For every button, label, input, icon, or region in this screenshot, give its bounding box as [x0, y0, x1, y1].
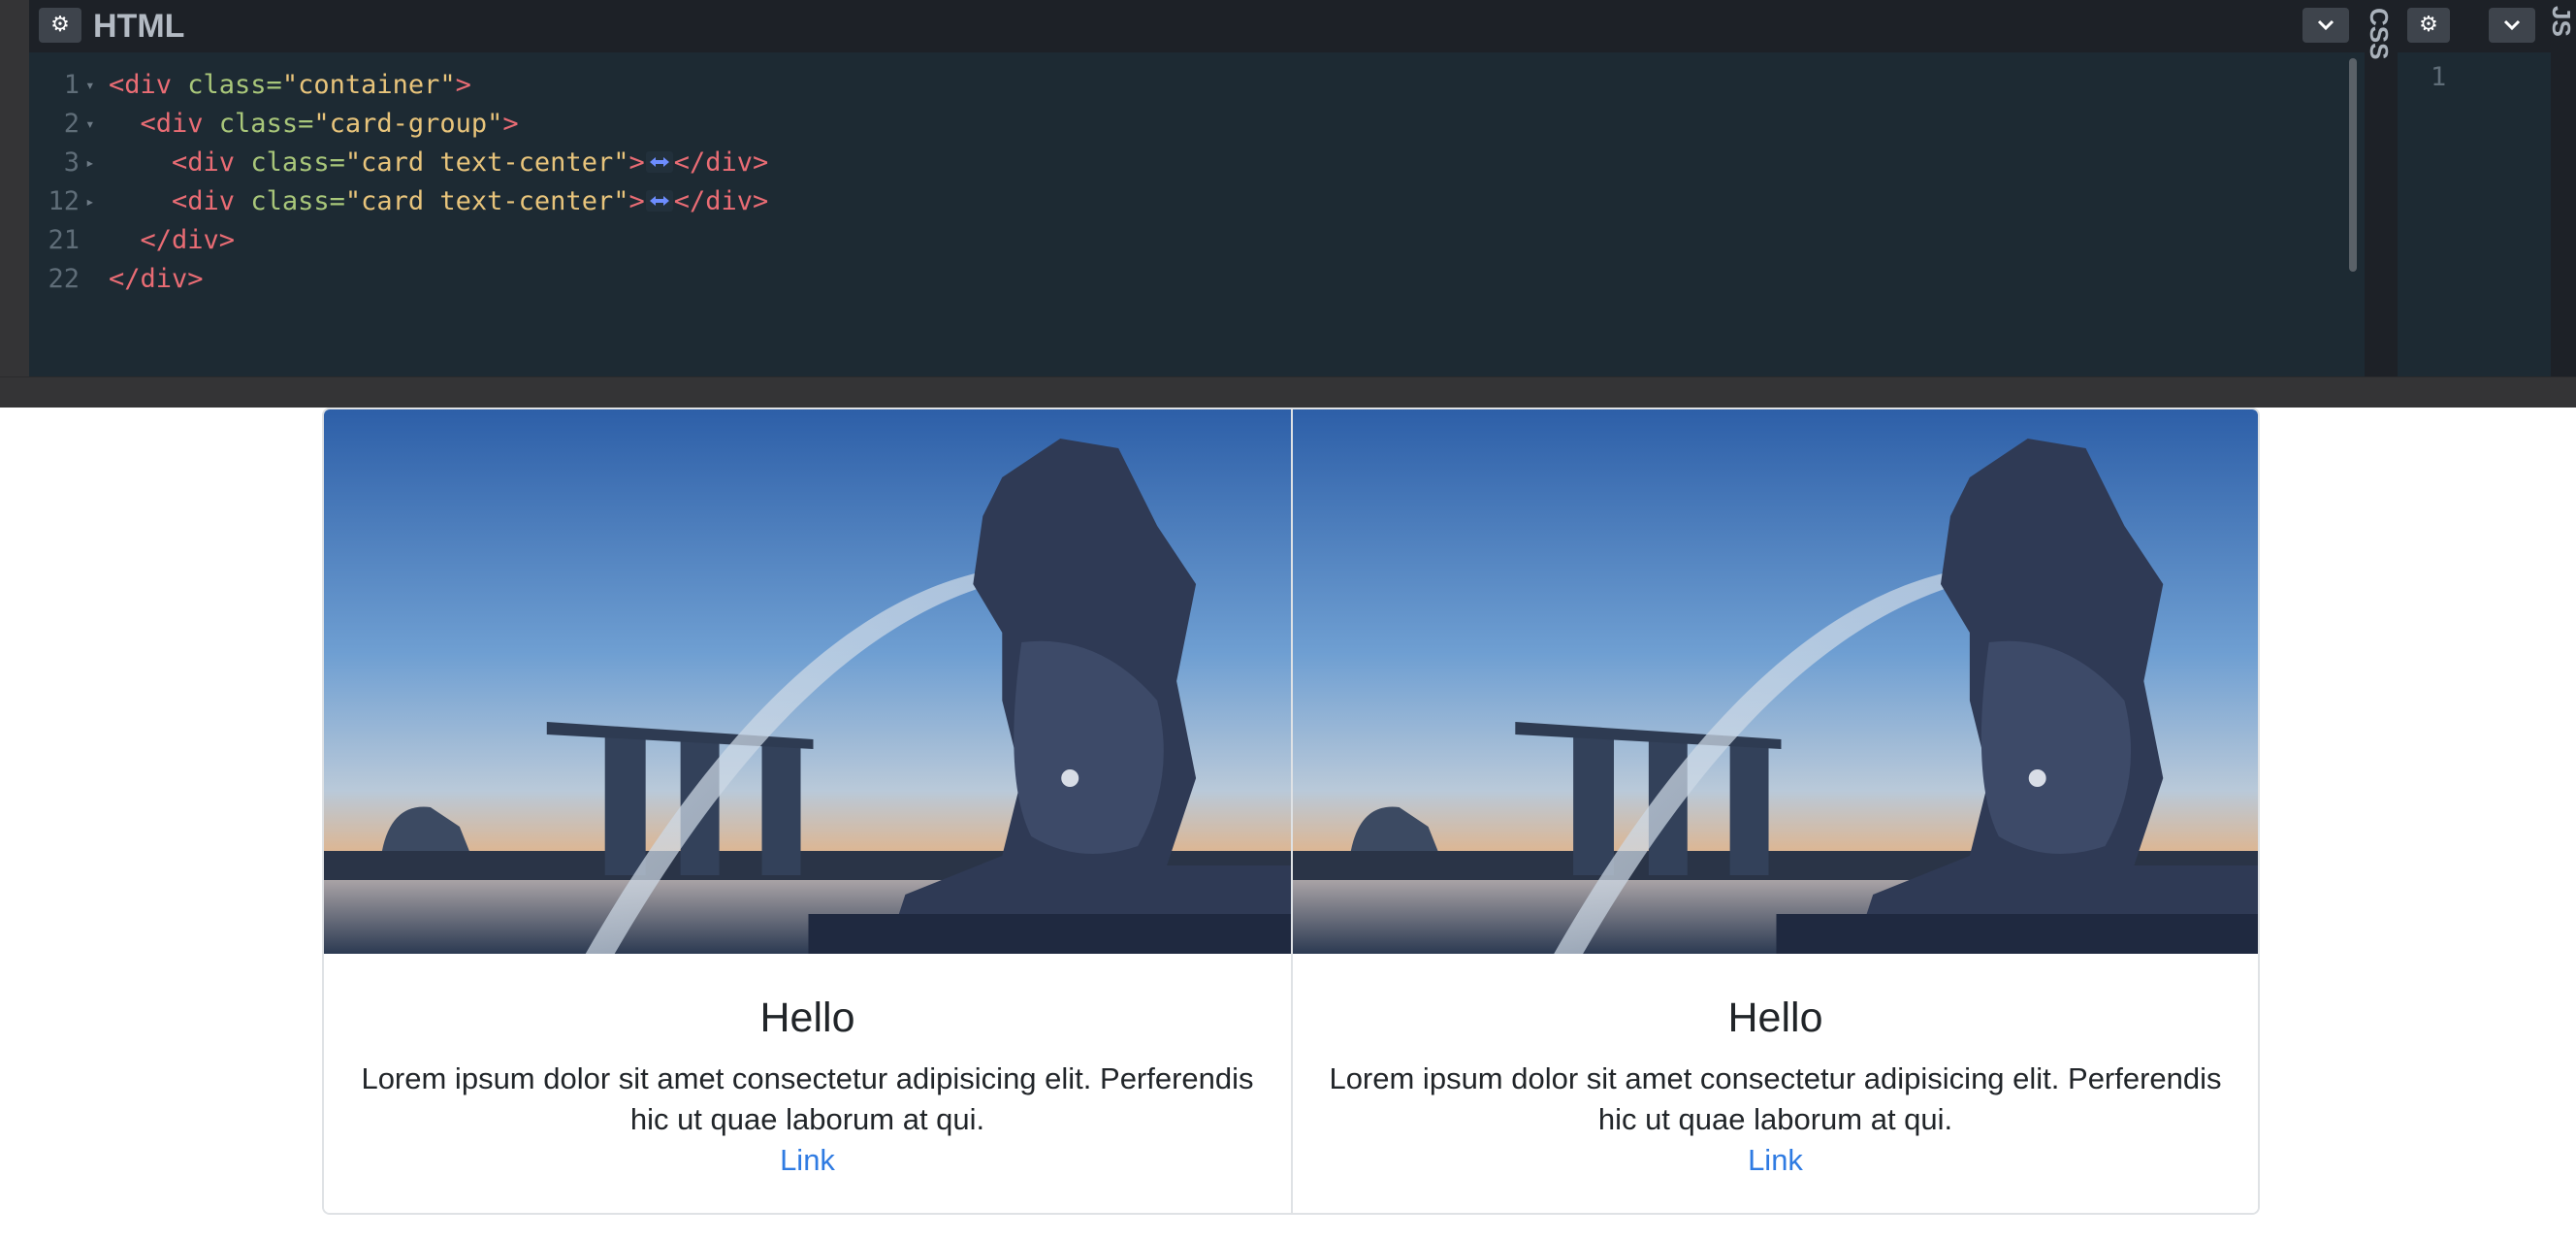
html-settings-button[interactable]: ⚙ — [39, 8, 81, 43]
code-text: </div> — [109, 221, 236, 260]
code-line[interactable]: 1 ▾ <div class="container"> — [29, 66, 2337, 105]
code-line[interactable]: 21 </div> — [29, 221, 2337, 260]
card-body: Hello Lorem ipsum dolor sit amet consect… — [324, 954, 1291, 1181]
js-line-number: 1 — [2431, 62, 2447, 92]
preview-pane: Hello Lorem ipsum dolor sit amet consect… — [0, 408, 2576, 1240]
code-token: > — [502, 109, 519, 139]
code-token: </div> — [109, 264, 204, 294]
code-token: class= — [250, 186, 345, 216]
fold-collapse-icon[interactable]: ▾ — [85, 105, 95, 144]
code-token: "card text-center" — [344, 186, 629, 216]
card-image — [1293, 409, 2258, 954]
card-text: Lorem ipsum dolor sit amet consectetur a… — [361, 1061, 1254, 1136]
code-token: <div — [140, 109, 219, 139]
code-text: </div> — [109, 260, 204, 299]
css-panel-collapsed[interactable]: CSS — [2365, 0, 2398, 376]
card-link[interactable]: Link — [780, 1140, 835, 1181]
code-text: <div class="card-group"> — [109, 105, 519, 144]
js-code-area[interactable]: 1 — [2398, 52, 2551, 376]
gear-icon: ⚙ — [50, 13, 70, 37]
code-line[interactable]: 12 ▸ <div class="card text-center"> </div> — [29, 182, 2337, 221]
line-number: 12 — [48, 186, 80, 216]
code-token: "container" — [281, 70, 456, 100]
html-panel-header: ⚙ HTML — [29, 0, 2365, 52]
code-token: class= — [218, 109, 314, 139]
card-title: Hello — [1727, 995, 1823, 1041]
folded-code-marker-icon[interactable] — [645, 151, 673, 173]
card: Hello Lorem ipsum dolor sit amet consect… — [324, 409, 1291, 1213]
code-token: <div — [109, 70, 188, 100]
code-token: class= — [250, 147, 345, 178]
code-token: </div> — [673, 147, 769, 178]
line-number: 21 — [48, 225, 80, 255]
line-number: 3 — [63, 147, 80, 178]
html-collapse-button[interactable] — [2302, 8, 2349, 43]
js-settings-button[interactable]: ⚙ — [2407, 8, 2450, 43]
css-panel-title: CSS — [2365, 8, 2394, 60]
code-token: </div> — [673, 186, 769, 216]
fold-expand-icon[interactable]: ▸ — [85, 182, 95, 221]
folded-code-marker-icon[interactable] — [645, 190, 673, 212]
code-line[interactable]: 3 ▸ <div class="card text-center"> </div> — [29, 144, 2337, 182]
code-text: <div class="container"> — [109, 66, 471, 105]
code-token: > — [455, 70, 471, 100]
js-panel-title: JS — [2547, 6, 2576, 37]
fold-expand-icon[interactable]: ▸ — [85, 144, 95, 182]
code-token: "card text-center" — [344, 147, 629, 178]
code-token: <div — [172, 147, 251, 178]
line-number: 2 — [63, 109, 80, 139]
card-body: Hello Lorem ipsum dolor sit amet consect… — [1293, 954, 2258, 1181]
code-line[interactable]: 22 </div> — [29, 260, 2337, 299]
fold-collapse-icon[interactable]: ▾ — [85, 66, 95, 105]
card: Hello Lorem ipsum dolor sit amet consect… — [1291, 409, 2258, 1213]
js-panel-header: ⚙ — [2398, 0, 2551, 52]
code-text: <div class="card text-center"> </div> — [109, 182, 768, 221]
code-token: </div> — [140, 225, 236, 255]
line-number: 1 — [63, 70, 80, 100]
code-token: > — [628, 186, 645, 216]
js-collapse-button[interactable] — [2489, 8, 2535, 43]
code-token: "card-group" — [313, 109, 503, 139]
line-number: 22 — [48, 264, 80, 294]
html-scrollbar-thumb[interactable] — [2349, 58, 2357, 272]
js-panel-tab[interactable]: JS — [2547, 0, 2576, 376]
code-editor: ⚙ HTML 1 ▾ <div class="container"> 2 ▾ <div … — [0, 0, 2576, 408]
code-token: > — [628, 147, 645, 178]
code-text: <div class="card text-center"> </div> — [109, 144, 768, 182]
chevron-down-icon — [2317, 19, 2334, 31]
card-title: Hello — [759, 995, 855, 1041]
card-text: Lorem ipsum dolor sit amet consectetur a… — [1329, 1061, 2222, 1136]
code-token: class= — [187, 70, 282, 100]
html-panel-title: HTML — [93, 8, 185, 45]
code-token: <div — [172, 186, 251, 216]
gear-icon: ⚙ — [2419, 13, 2438, 37]
card-image — [324, 409, 1291, 954]
html-code-area[interactable]: 1 ▾ <div class="container"> 2 ▾ <div class="… — [29, 52, 2365, 376]
code-line[interactable]: 2 ▾ <div class="card-group"> — [29, 105, 2337, 144]
chevron-down-icon — [2503, 19, 2521, 31]
card-group: Hello Lorem ipsum dolor sit amet consect… — [322, 408, 2260, 1215]
card-link[interactable]: Link — [1748, 1140, 1803, 1181]
resize-divider[interactable] — [0, 376, 2576, 408]
